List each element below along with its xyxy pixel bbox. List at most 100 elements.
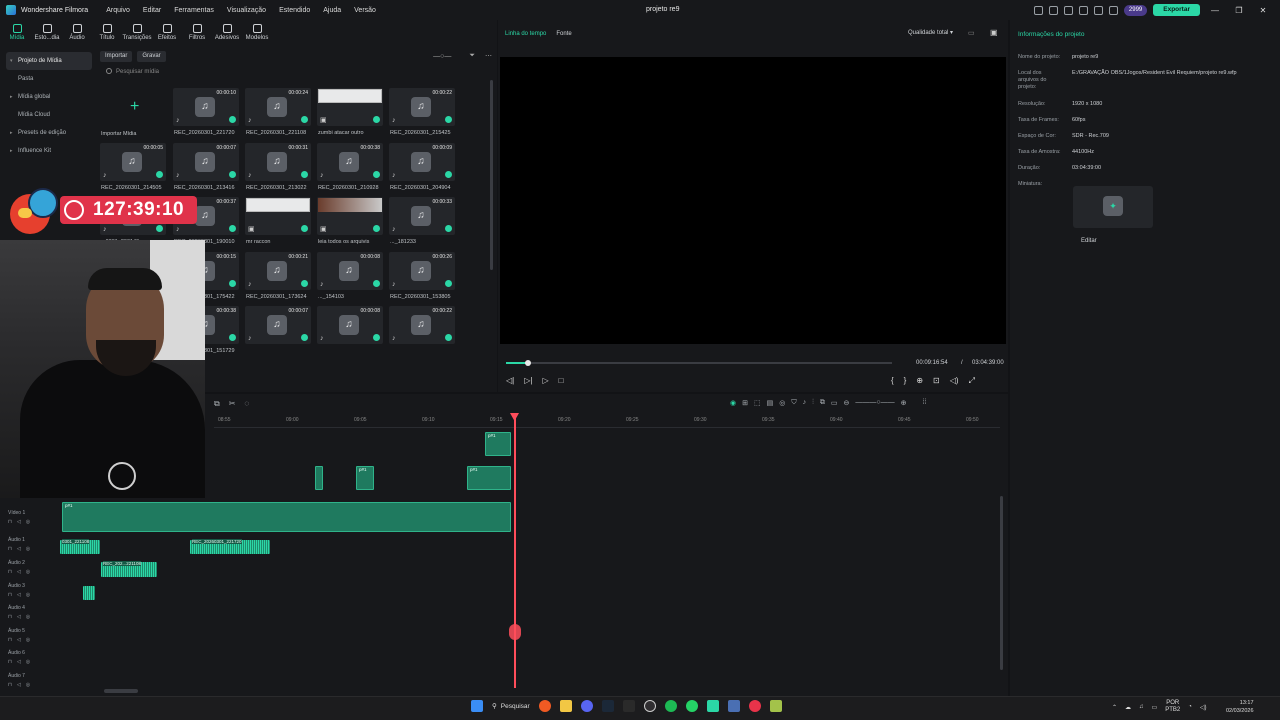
play-frame-icon[interactable]: ▷|: [524, 376, 532, 385]
menu-editar[interactable]: Editar: [143, 7, 161, 14]
wifi-icon[interactable]: ◔: [1188, 704, 1192, 710]
minimize-icon[interactable]: —: [1206, 6, 1224, 15]
menu-ferramentas[interactable]: Ferramentas: [174, 7, 214, 14]
chevron-up-icon[interactable]: ⌃: [1112, 704, 1117, 711]
lock-icon[interactable]: ⊓: [8, 614, 12, 620]
video-clip[interactable]: p#1: [356, 466, 374, 490]
menu-arquivo[interactable]: Arquivo: [106, 7, 130, 14]
close-icon[interactable]: ✕: [1254, 6, 1272, 15]
export-button[interactable]: Exportar: [1153, 4, 1200, 16]
whatsapp-icon[interactable]: [685, 700, 698, 712]
ripple-icon[interactable]: ◌: [244, 399, 249, 409]
lock-icon[interactable]: ⊓: [8, 519, 12, 525]
tool-stock-media[interactable]: Esto...dia: [35, 22, 60, 41]
menu-estendido[interactable]: Estendido: [279, 7, 310, 14]
media-tile[interactable]: ♫ ♪ 00:00:10: [173, 88, 239, 126]
mute-icon[interactable]: ◁: [17, 546, 21, 552]
tool-filters[interactable]: Filtros: [186, 22, 208, 41]
gift-icon[interactable]: [1033, 5, 1043, 15]
eye-icon[interactable]: ◎: [26, 659, 30, 665]
lock-icon[interactable]: ⊓: [8, 637, 12, 643]
media-scrollbar[interactable]: [490, 80, 493, 270]
menu-visualizacao[interactable]: Visualização: [227, 7, 266, 14]
media-tile[interactable]: ▣: [245, 197, 311, 235]
mark-in-icon[interactable]: {: [891, 376, 894, 386]
steam-icon[interactable]: [601, 700, 614, 712]
video-clip[interactable]: p#1: [485, 432, 511, 456]
zoom-in-icon[interactable]: ⊕: [901, 399, 907, 407]
media-tile[interactable]: ♫ ♪ 00:00:38: [317, 143, 383, 181]
taskbar-search[interactable]: ⚲ Pesquisar: [492, 702, 530, 711]
timeline-zoom-slider[interactable]: ———○——: [855, 399, 894, 407]
eye-icon[interactable]: ◎: [26, 614, 30, 620]
help-icon[interactable]: [1108, 5, 1118, 15]
zoom-preview-icon[interactable]: ⊕: [916, 376, 923, 386]
tool-transitions[interactable]: Transições: [122, 22, 152, 41]
play-icon[interactable]: ▷: [542, 376, 548, 385]
eye-icon[interactable]: ◎: [26, 682, 30, 688]
media-tile[interactable]: ♫ ♪ 00:00:08: [317, 252, 383, 290]
preview-scrubber[interactable]: [506, 360, 892, 366]
sidebar-item-influence-kit[interactable]: ▸ Influence Kit: [6, 142, 92, 160]
eye-icon[interactable]: ◎: [26, 546, 30, 552]
timeline-h-scrollbar[interactable]: [104, 689, 138, 693]
mute-icon[interactable]: ◁: [17, 592, 21, 598]
timeline-v-scrollbar[interactable]: [1000, 496, 1003, 670]
media-tile[interactable]: ▣: [317, 197, 383, 235]
sidebar-item-cloud-media[interactable]: Mídia Cloud: [6, 106, 92, 124]
volume-icon[interactable]: ◁): [950, 376, 959, 386]
tab-source[interactable]: Fonte: [556, 31, 571, 37]
marker-icon[interactable]: ⬚: [754, 399, 761, 407]
lock-icon[interactable]: ⊓: [8, 659, 12, 665]
playhead-handle[interactable]: [509, 624, 521, 640]
quality-dropdown[interactable]: Qualidade total ▾: [908, 29, 953, 36]
headset-icon[interactable]: ♫: [1139, 704, 1144, 710]
media-tile[interactable]: ♫ ♪ 00:00:07: [245, 306, 311, 344]
keyframe-icon[interactable]: ▤: [767, 399, 774, 407]
filter-icon[interactable]: ⏷: [469, 52, 475, 60]
link-icon[interactable]: ⧉: [820, 399, 825, 407]
stop-icon[interactable]: □: [559, 376, 564, 385]
layout-icon[interactable]: ▭: [831, 399, 838, 407]
display-icon[interactable]: ▭: [1152, 704, 1158, 711]
media-tile[interactable]: ♫ ♪ 00:00:24: [245, 88, 311, 126]
media-tile[interactable]: ♫ ♪ 00:00:21: [245, 252, 311, 290]
tool-templates[interactable]: Modelos: [246, 22, 268, 41]
more-icon[interactable]: ⋯: [485, 52, 492, 60]
compare-icon[interactable]: ▭: [968, 29, 975, 37]
lock-icon[interactable]: ⊓: [8, 569, 12, 575]
sidebar-item-global-media[interactable]: ▸ Mídia global: [6, 88, 92, 106]
edit-thumbnail-button[interactable]: Editar: [1081, 238, 1097, 244]
mute-icon[interactable]: ◁: [17, 682, 21, 688]
mute-icon[interactable]: ◁: [17, 569, 21, 575]
media-tile[interactable]: ▣: [317, 88, 383, 126]
language-indicator[interactable]: POR PTB2: [1165, 700, 1180, 714]
eye-icon[interactable]: ◎: [26, 519, 30, 525]
media-icon[interactable]: [1048, 5, 1058, 15]
tool-effects[interactable]: Efeitos: [156, 22, 178, 41]
snapshot-icon[interactable]: ▣: [990, 28, 998, 37]
import-media-tile[interactable]: + Importar Mídia: [100, 88, 170, 137]
layout-icon[interactable]: [1063, 5, 1073, 15]
media-tile[interactable]: ♫ ♪ 00:00:22: [389, 88, 455, 126]
audio-clip[interactable]: [83, 586, 95, 600]
mark-out-icon[interactable]: }: [904, 376, 907, 386]
mixer-icon[interactable]: ⫶: [812, 399, 814, 407]
media-tile[interactable]: ♫ ♪ 00:00:07: [173, 143, 239, 181]
media-tile[interactable]: ♫ ♪ 00:00:05: [100, 143, 166, 181]
tab-timeline[interactable]: Linha do tempo: [505, 31, 546, 37]
playhead[interactable]: [514, 414, 516, 688]
mute-icon[interactable]: ◁: [17, 614, 21, 620]
audio-clip[interactable]: 0301_221108: [60, 539, 100, 554]
lock-icon[interactable]: ⊓: [8, 546, 12, 552]
eye-icon[interactable]: ◎: [26, 569, 30, 575]
app-icon[interactable]: [622, 700, 635, 712]
import-button[interactable]: Importar: [100, 50, 133, 62]
record-button[interactable]: Gravar: [137, 50, 166, 62]
taskbar-clock[interactable]: 13:17 02/03/2026: [1226, 699, 1254, 715]
download-icon[interactable]: [1093, 5, 1103, 15]
step-back-icon[interactable]: ◁|: [506, 376, 514, 385]
video-clip[interactable]: [315, 466, 323, 490]
record-icon[interactable]: [748, 700, 761, 712]
video-viewer[interactable]: [500, 57, 1006, 344]
